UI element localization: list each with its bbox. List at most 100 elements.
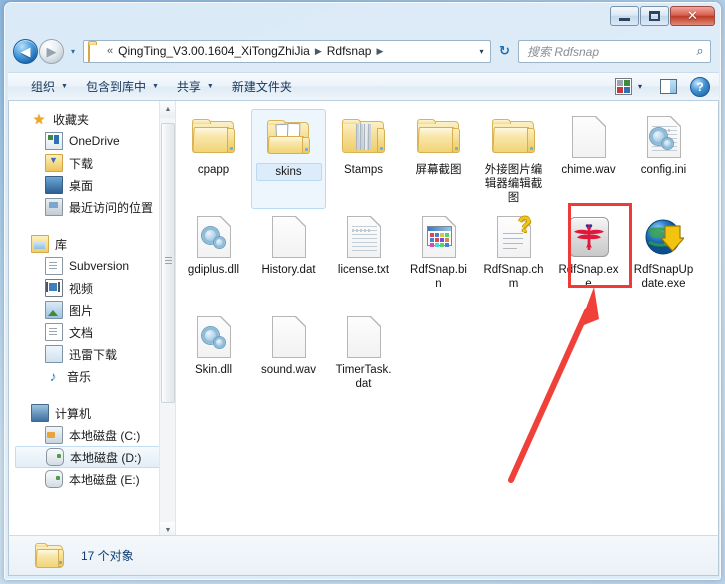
chevron-up-icon: ▲ bbox=[164, 106, 172, 113]
file-row: cpapp skins Stamps 屏幕截图 外接图片编辑器编辑截图 chim… bbox=[176, 109, 718, 209]
file-list-pane[interactable]: cpapp skins Stamps 屏幕截图 外接图片编辑器编辑截图 chim… bbox=[175, 101, 718, 539]
sidebar-item-label: 桌面 bbox=[69, 178, 94, 193]
address-bar[interactable]: « QingTing_V3.00.1604_XiTongZhiJia ▶ Rdf… bbox=[83, 39, 491, 63]
dragonfly-icon bbox=[573, 224, 604, 250]
breadcrumb-overflow-chevrons[interactable]: « bbox=[107, 45, 113, 57]
address-dropdown-button[interactable]: ▾ bbox=[473, 41, 490, 62]
file-item-sound-wav[interactable]: sound.wav bbox=[251, 309, 326, 409]
view-dropdown-button[interactable]: ▾ bbox=[632, 82, 648, 91]
toolbar-item-label: 包含到库中 bbox=[85, 80, 146, 94]
sidebar-item-label: 下载 bbox=[69, 156, 94, 171]
sidebar-item-label: 音乐 bbox=[67, 369, 92, 384]
drive-icon bbox=[46, 448, 64, 466]
sidebar-item-downloads[interactable]: 下载 bbox=[9, 152, 175, 174]
folder-icon bbox=[476, 112, 551, 162]
star-icon: ★ bbox=[32, 111, 46, 127]
folder-icon bbox=[35, 542, 65, 569]
file-item-chime-wav[interactable]: chime.wav bbox=[551, 109, 626, 209]
dll-gear-icon bbox=[176, 212, 251, 262]
command-toolbar: 组织 ▼ 包含到库中 ▼ 共享 ▼ 新建文件夹 ▾ ? bbox=[8, 72, 719, 101]
file-item-skin-dll[interactable]: Skin.dll bbox=[176, 309, 251, 409]
help-icon[interactable]: ? bbox=[690, 76, 710, 97]
breadcrumb-separator-1[interactable]: ▶ bbox=[376, 46, 383, 57]
sidebar-item-videos[interactable]: 视频 bbox=[9, 277, 175, 299]
sidebar-item-onedrive[interactable]: OneDrive bbox=[9, 130, 175, 152]
file-item-license-txt[interactable]: license.txt bbox=[326, 209, 401, 309]
system-drive-icon bbox=[45, 426, 63, 444]
help-chm-icon: ? bbox=[476, 212, 551, 262]
file-label: RdfSnap.exe bbox=[558, 264, 619, 290]
refresh-icon: ↻ bbox=[499, 43, 510, 58]
recent-pages-dropdown[interactable]: ▾ bbox=[66, 40, 80, 62]
forward-arrow-icon: ▶ bbox=[46, 43, 57, 59]
file-item-stamps[interactable]: Stamps bbox=[326, 109, 401, 209]
file-item-rdfsnap-exe[interactable]: RdfSnap.exe bbox=[551, 209, 626, 309]
library-icon bbox=[31, 235, 49, 253]
search-input[interactable]: 搜索 Rdfsnap bbox=[519, 43, 690, 60]
file-item-gdiplus-dll[interactable]: gdiplus.dll bbox=[176, 209, 251, 309]
file-item-cpapp[interactable]: cpapp bbox=[176, 109, 251, 209]
blank-page-icon bbox=[251, 212, 326, 262]
file-item-rdfsnap-bin[interactable]: RdfSnap.bin bbox=[401, 209, 476, 309]
back-button[interactable]: ◀ bbox=[13, 38, 38, 64]
navigation-pane-scrollbar[interactable]: ▲ ▼ bbox=[159, 101, 175, 539]
sidebar-item-drive-d[interactable]: 本地磁盘 (D:) bbox=[15, 446, 171, 468]
onedrive-icon bbox=[45, 132, 63, 150]
toolbar-new-folder-button[interactable]: 新建文件夹 bbox=[223, 75, 301, 98]
sidebar-item-drive-e[interactable]: 本地磁盘 (E:) bbox=[9, 468, 175, 490]
scrollbar-thumb[interactable] bbox=[161, 123, 175, 403]
sidebar-item-thunder-download[interactable]: 迅雷下载 bbox=[9, 343, 175, 365]
file-label: config.ini bbox=[640, 164, 687, 176]
scroll-up-button[interactable]: ▲ bbox=[160, 101, 175, 118]
sidebar-item-subversion[interactable]: Subversion bbox=[9, 255, 175, 277]
sidebar-item-desktop[interactable]: 桌面 bbox=[9, 174, 175, 196]
refresh-button[interactable]: ↻ bbox=[494, 40, 515, 62]
sidebar-item-favorites[interactable]: ★ 收藏夹 bbox=[9, 108, 175, 130]
sidebar-item-drive-c[interactable]: 本地磁盘 (C:) bbox=[9, 424, 175, 446]
file-item-rdfsnapupdate-exe[interactable]: RdfSnapUpdate.exe bbox=[626, 209, 701, 309]
search-box[interactable]: 搜索 Rdfsnap ⌕ bbox=[518, 39, 711, 63]
file-label: 屏幕截图 bbox=[415, 164, 462, 176]
file-item-config-ini[interactable]: config.ini bbox=[626, 109, 701, 209]
forward-button[interactable]: ▶ bbox=[39, 38, 64, 64]
file-item-skins[interactable]: skins bbox=[251, 109, 326, 209]
breadcrumb-separator-0[interactable]: ▶ bbox=[315, 46, 322, 57]
file-grid: cpapp skins Stamps 屏幕截图 外接图片编辑器编辑截图 chim… bbox=[176, 109, 718, 409]
sidebar-item-label: OneDrive bbox=[69, 134, 120, 148]
file-item-timertask-dat[interactable]: TimerTask.dat bbox=[326, 309, 401, 409]
maximize-button[interactable] bbox=[640, 6, 669, 26]
file-item-external-editor[interactable]: 外接图片编辑器编辑截图 bbox=[476, 109, 551, 209]
recent-places-icon bbox=[45, 198, 63, 216]
ini-config-icon bbox=[626, 112, 701, 162]
sidebar-item-label: 图片 bbox=[69, 303, 94, 318]
file-item-screenshots[interactable]: 屏幕截图 bbox=[401, 109, 476, 209]
maximize-icon bbox=[649, 11, 660, 21]
file-item-rdfsnap-chm[interactable]: ? RdfSnap.chm bbox=[476, 209, 551, 309]
sidebar-item-label: Subversion bbox=[69, 259, 130, 273]
sidebar-item-documents[interactable]: 文档 bbox=[9, 321, 175, 343]
address-row: ◀ ▶ ▾ « QingTing_V3.00.1604_XiTongZhiJia… bbox=[5, 34, 720, 68]
toolbar-share-button[interactable]: 共享 ▼ bbox=[168, 75, 223, 98]
sidebar-item-label: 本地磁盘 (E:) bbox=[69, 472, 140, 487]
sidebar-item-label: 迅雷下载 bbox=[69, 347, 118, 362]
minimize-button[interactable] bbox=[610, 6, 639, 26]
sidebar-item-music[interactable]: ♪ 音乐 bbox=[9, 365, 175, 387]
sidebar-item-libraries[interactable]: 库 bbox=[9, 233, 175, 255]
chevron-down-icon: ▼ bbox=[151, 83, 159, 90]
toolbar-item-label: 共享 bbox=[176, 80, 201, 94]
thunder-download-icon bbox=[45, 345, 63, 363]
file-item-history-dat[interactable]: History.dat bbox=[251, 209, 326, 309]
sidebar-item-label: 库 bbox=[55, 237, 68, 252]
toolbar-organize-button[interactable]: 组织 ▼ bbox=[22, 75, 77, 98]
close-button[interactable]: ✕ bbox=[670, 6, 715, 26]
sidebar-item-computer[interactable]: 计算机 bbox=[9, 402, 175, 424]
change-view-icon[interactable] bbox=[615, 78, 632, 95]
video-icon bbox=[45, 279, 63, 297]
breadcrumb-item-1[interactable]: Rdfsnap bbox=[327, 44, 372, 58]
breadcrumb-item-0[interactable]: QingTing_V3.00.1604_XiTongZhiJia bbox=[118, 44, 310, 58]
preview-pane-toggle-icon[interactable] bbox=[660, 79, 677, 94]
sidebar-item-pictures[interactable]: 图片 bbox=[9, 299, 175, 321]
toolbar-include-in-library-button[interactable]: 包含到库中 ▼ bbox=[77, 75, 168, 98]
sidebar-item-recent-places[interactable]: 最近访问的位置 bbox=[9, 196, 175, 218]
